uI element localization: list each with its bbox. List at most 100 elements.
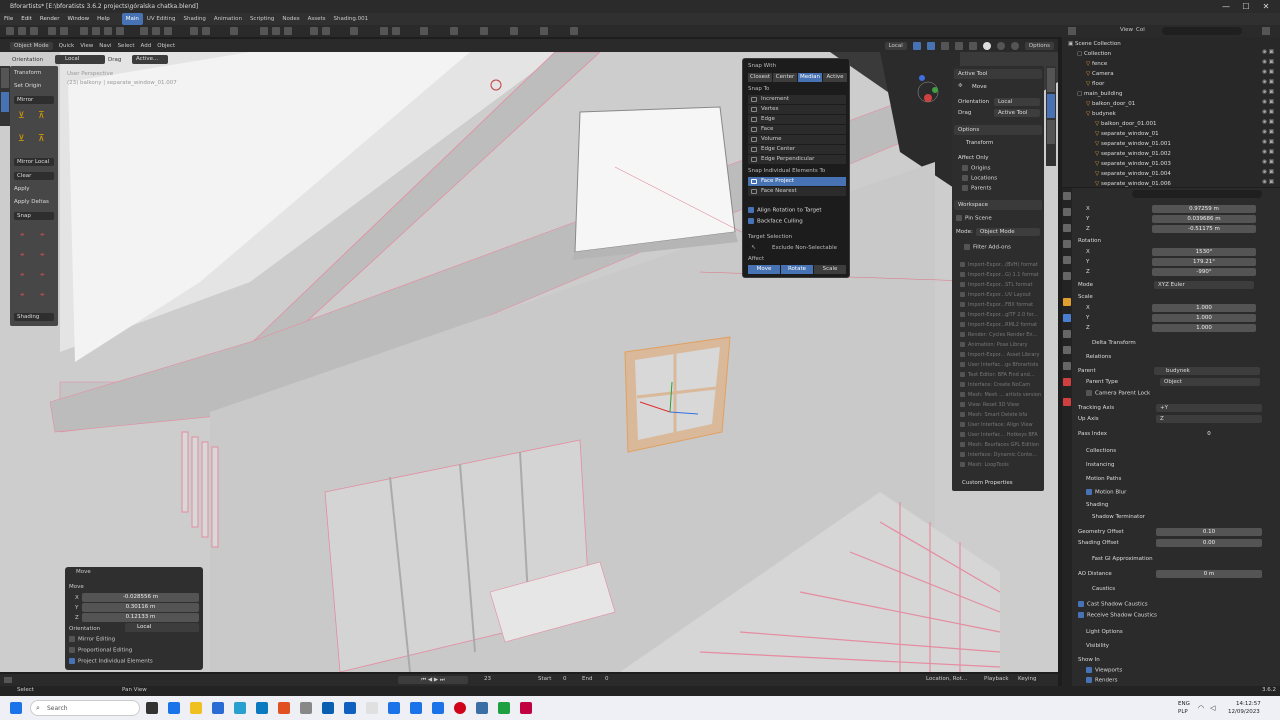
addon-item[interactable]: Import-Expor...glTF 2.0 for...	[960, 312, 1038, 318]
visibility-eye-icon[interactable]: ◉ ▣	[1262, 119, 1274, 125]
tab-tools[interactable]	[1, 68, 9, 88]
photos-icon[interactable]	[410, 702, 422, 714]
snap-with-center[interactable]: Center	[773, 73, 797, 82]
snap-active-icon[interactable]: ⌖	[40, 250, 45, 260]
file-explorer-icon[interactable]	[190, 702, 202, 714]
view-top-icon[interactable]	[284, 27, 292, 35]
keying-set-select[interactable]: Location, Rot...	[926, 676, 967, 682]
np-mode-select[interactable]: Object Mode	[976, 228, 1040, 236]
overlay-icon[interactable]	[954, 41, 963, 50]
opera-icon[interactable]	[454, 702, 466, 714]
snap-to-increment[interactable]: Increment	[748, 95, 846, 104]
tool-mirror-local[interactable]: Mirror Local	[14, 158, 54, 166]
orientation-select[interactable]: Local	[55, 55, 105, 64]
snap-to-vertex[interactable]: Vertex	[748, 105, 846, 114]
visibility-eye-icon[interactable]: ◉ ▣	[1262, 99, 1274, 105]
addon-checkbox[interactable]	[960, 292, 965, 297]
visibility-eye-icon[interactable]: ◉ ▣	[1262, 89, 1274, 95]
pin-scene-checkbox[interactable]	[956, 215, 962, 221]
addon-item[interactable]: Mesh: LoopTools	[960, 462, 1009, 468]
menu-help[interactable]: Help	[93, 13, 114, 25]
outliner-item[interactable]: ▽ separate_window_01.004	[1095, 169, 1171, 179]
join-icon[interactable]	[310, 27, 318, 35]
mirror-local-icon[interactable]: ⊼	[38, 134, 48, 144]
addon-item[interactable]: Import-Expor...G) 1.1 format	[960, 272, 1039, 278]
rotation-z-field[interactable]: -990°	[1152, 268, 1256, 276]
affect-parents-checkbox[interactable]	[962, 185, 968, 191]
menu-file[interactable]: File	[0, 13, 17, 25]
menu-window[interactable]: Window	[63, 13, 93, 25]
tool-apply-deltas[interactable]: Apply Deltas	[14, 199, 49, 205]
addon-checkbox[interactable]	[960, 322, 965, 327]
light-options-header[interactable]: Light Options	[1086, 629, 1123, 635]
tool-set-origin[interactable]: Set Origin	[14, 83, 41, 89]
addon-checkbox[interactable]	[960, 352, 965, 357]
drag-select[interactable]: Active...	[132, 55, 168, 64]
tool-snap[interactable]: Snap	[14, 212, 54, 220]
snap-to-edge-center[interactable]: Edge Center	[748, 145, 846, 154]
world-tab-icon[interactable]	[1063, 272, 1071, 280]
language-indicator-2[interactable]: PLP	[1178, 709, 1188, 715]
filter-icon[interactable]	[1262, 27, 1270, 35]
addon-checkbox[interactable]	[960, 392, 965, 397]
proportional-edit-icon[interactable]	[940, 41, 949, 50]
menu-select[interactable]: Select	[118, 43, 135, 49]
snap-toggle-icon[interactable]	[912, 41, 921, 50]
view-front-icon[interactable]	[260, 27, 268, 35]
snap-to-edge-perpendicular[interactable]: Edge Perpendicular	[748, 155, 846, 164]
addon-item[interactable]: User Interfac... Hotkeys BFA	[960, 432, 1038, 438]
chrome-icon[interactable]	[498, 702, 510, 714]
motion-blur-option[interactable]: Motion Blur	[1086, 489, 1126, 496]
outliner-item[interactable]: ▢ main_building	[1077, 89, 1122, 99]
origin-icon[interactable]	[510, 27, 518, 35]
proportional-editing-option[interactable]: Proportional Editing	[69, 647, 132, 654]
addon-item[interactable]: Animation: Pose Library	[960, 342, 1027, 348]
outliner-item[interactable]: ▢ Collection	[1077, 49, 1111, 59]
visibility-eye-icon[interactable]: ◉ ▣	[1262, 79, 1274, 85]
start-icon[interactable]	[10, 702, 22, 714]
snap-cursor-active-icon[interactable]: ⌖	[40, 290, 45, 300]
snap-icon[interactable]	[570, 27, 578, 35]
affect-locations-checkbox[interactable]	[962, 175, 968, 181]
modifier-icon[interactable]	[350, 27, 358, 35]
visibility-eye-icon[interactable]: ◉ ▣	[1262, 179, 1274, 185]
store-icon[interactable]	[256, 702, 268, 714]
tool-transform[interactable]: Transform	[14, 70, 41, 76]
parent-type-select[interactable]: Object	[1160, 378, 1260, 386]
scale-z-field[interactable]: 1.000	[1152, 324, 1256, 332]
location-x-field[interactable]: 0.97259 m	[1152, 205, 1256, 213]
outliner-item[interactable]: ▽ separate_window_01	[1095, 129, 1159, 139]
align-rotation-checkbox[interactable]	[748, 207, 754, 213]
addon-item[interactable]: User Interface: Align View	[960, 422, 1033, 428]
rotation-mode-select[interactable]: XYZ Euler	[1154, 281, 1254, 289]
addon-checkbox[interactable]	[960, 272, 965, 277]
relations-header[interactable]: Relations	[1086, 354, 1111, 360]
addon-checkbox[interactable]	[960, 402, 965, 407]
tracking-axis-select[interactable]: +Y	[1156, 404, 1262, 412]
keyframe-icon[interactable]	[480, 27, 488, 35]
tool-shading[interactable]: Shading	[14, 313, 54, 321]
play-icon[interactable]	[450, 27, 458, 35]
calendar-icon[interactable]	[432, 702, 444, 714]
firefox-icon[interactable]	[278, 702, 290, 714]
backface-culling-option[interactable]: Backface Culling	[748, 218, 803, 225]
addon-checkbox[interactable]	[960, 432, 965, 437]
menu-quick[interactable]: Quick	[59, 43, 75, 49]
tab-tool[interactable]	[1047, 94, 1055, 118]
new-file-icon[interactable]	[6, 27, 14, 35]
snap-selection-icon[interactable]: ⌖	[40, 230, 45, 240]
location-y-field[interactable]: 0.039686 m	[1152, 215, 1256, 223]
addon-item[interactable]: Interface: Create NoCam	[960, 382, 1030, 388]
shadow-terminator-header[interactable]: Shadow Terminator	[1092, 514, 1145, 520]
modifier-tab-icon[interactable]	[1063, 314, 1071, 322]
addon-checkbox[interactable]	[960, 442, 965, 447]
output-tab-icon[interactable]	[1063, 224, 1071, 232]
addon-item[interactable]: Mesh: Smart Delete bfa	[960, 412, 1027, 418]
open-file-icon[interactable]	[18, 27, 26, 35]
outliner-search-input[interactable]	[1162, 27, 1242, 35]
addon-item[interactable]: Import-Expor...UV Layout	[960, 292, 1031, 298]
visibility-eye-icon[interactable]: ◉ ▣	[1262, 129, 1274, 135]
outliner-item[interactable]: ▽ balkon_door_01.001	[1095, 119, 1156, 129]
camera-parent-lock-option[interactable]: Camera Parent Lock	[1086, 390, 1150, 397]
addon-item[interactable]: User Interfac...gs Bforartists	[960, 362, 1038, 368]
